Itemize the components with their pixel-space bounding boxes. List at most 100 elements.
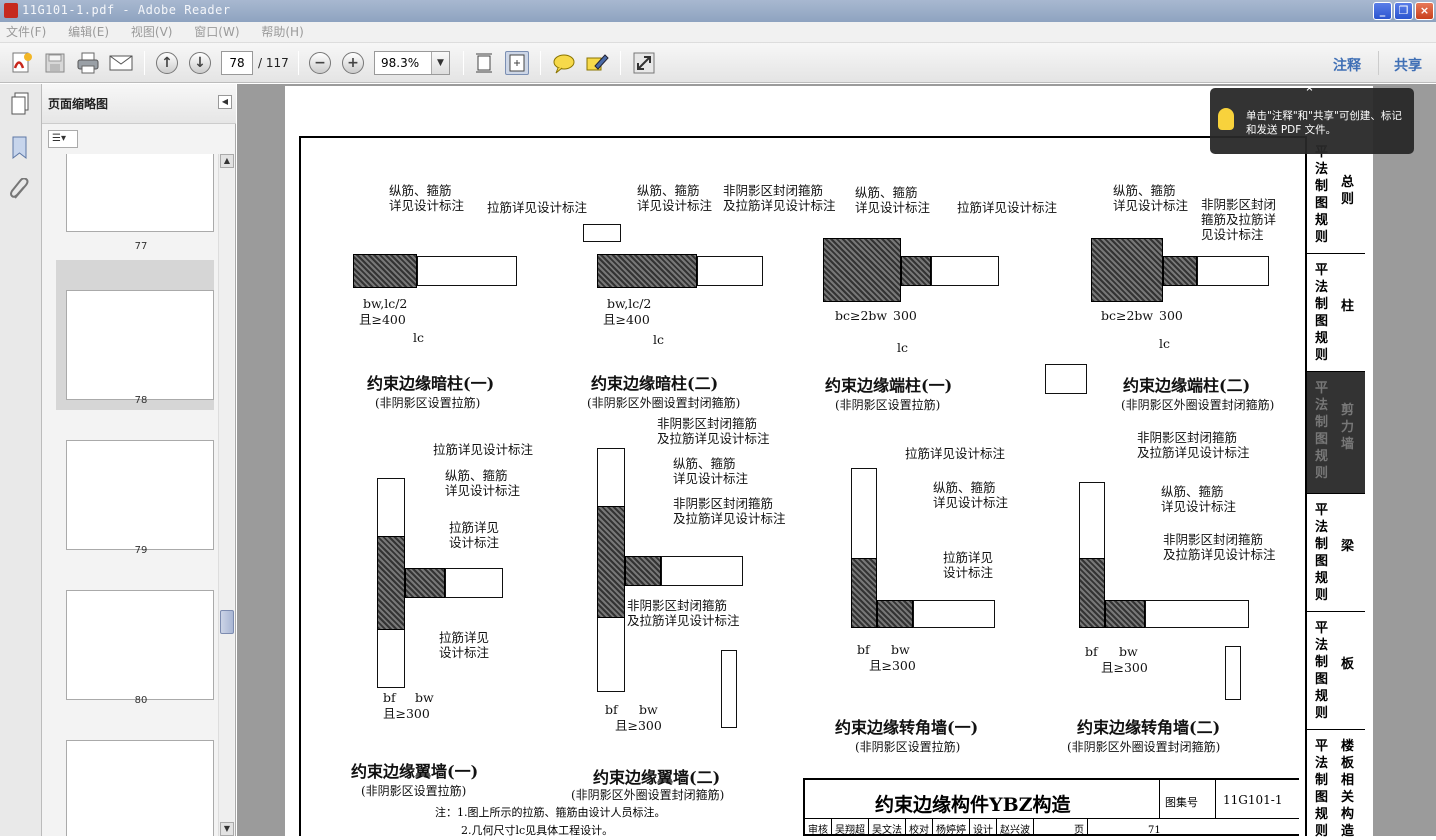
shaded-boundary-zone [1105, 600, 1145, 628]
thumbnail-options-button[interactable]: ☰▾ [48, 130, 78, 148]
zoom-select[interactable]: 98.3% ▼ [374, 51, 450, 75]
sticky-note-button[interactable] [552, 51, 576, 75]
thumbnail-page[interactable]: 77 [56, 154, 214, 252]
previous-page-button[interactable]: ↑ [155, 51, 179, 75]
annotation: 纵筋、箍筋 详见设计标注 [445, 468, 521, 498]
lightbulb-icon [1218, 108, 1234, 130]
dimension-label: 且≥300 [1101, 660, 1148, 675]
approval-cell: 吴文法 [869, 819, 906, 836]
zoom-in-button[interactable]: + [341, 51, 365, 75]
dimension-label: 300 [1159, 308, 1183, 323]
shaded-boundary-zone [597, 254, 697, 288]
side-tab: 平法制图规则板 [1307, 612, 1365, 730]
approval-cell: 页 [1034, 819, 1088, 836]
menu-edit[interactable]: 编辑(E) [68, 22, 109, 43]
plus-icon: + [342, 52, 364, 74]
shaded-boundary-zone [1163, 256, 1197, 286]
annotation: 非阴影区封闭箍筋 及拉筋详见设计标注 [673, 496, 786, 526]
menu-help[interactable]: 帮助(H) [261, 22, 303, 43]
thumbnail-image [66, 740, 214, 836]
thumbnail-page[interactable]: 80 [56, 560, 214, 710]
figure-subcaption: (非阴影区设置拉筋) [361, 784, 467, 798]
minimize-button[interactable]: _ [1373, 2, 1392, 20]
side-tab-text: 剪力墙 [1341, 403, 1355, 452]
thumbnail-image [66, 290, 214, 400]
thumbnail-scrollbar[interactable]: ▲ ▼ [218, 154, 234, 836]
shaded-boundary-zone [1091, 238, 1163, 302]
dimension-label: bc≥2bw [835, 308, 888, 323]
fit-page-button[interactable] [505, 51, 529, 75]
chevron-down-icon[interactable]: ▼ [431, 52, 449, 74]
atlas-number-label: 图集号 [1165, 796, 1198, 809]
page-number-input[interactable] [221, 51, 253, 75]
side-tab-text: 柱 [1341, 299, 1355, 314]
next-page-button[interactable]: ↓ [188, 51, 212, 75]
close-button[interactable]: × [1415, 2, 1434, 20]
figure-subcaption: (非阴影区设置拉筋) [835, 398, 941, 412]
pages-icon [11, 92, 29, 115]
comment-pane-link[interactable]: 注释 [1333, 55, 1361, 75]
print-icon [77, 52, 99, 74]
side-tab-text: 平法制图规则 [1315, 263, 1329, 363]
chevron-up-icon[interactable]: ⌃ [1304, 86, 1315, 101]
annotation: 非阴影区封闭箍筋 及拉筋详见设计标注 [627, 598, 740, 628]
create-pdf-icon [12, 52, 32, 73]
print-button[interactable] [76, 51, 100, 75]
annotation: 拉筋详见设计标注 [905, 446, 1006, 461]
annotation: 纵筋、箍筋 详见设计标注 [1161, 484, 1237, 514]
drawing-title-block: 约束边缘构件YBZ构造 图集号 11G101-1 审核 吴翔超 吴文法 校对 杨婷婷 设计… [803, 778, 1299, 836]
annotation: 拉筋详见设计标注 [957, 200, 1058, 215]
expand-icon [633, 52, 655, 74]
figure-caption: 约束边缘翼墙(一) [351, 762, 479, 781]
menu-view[interactable]: 视图(V) [131, 22, 173, 43]
comment-share-tip[interactable]: ⌃ 单击"注释"和"共享"可创建、标记和发送 PDF 文件。 [1210, 86, 1414, 154]
side-tab: 平法制图规则 楼板相关构造 [1307, 730, 1365, 839]
wall-section [661, 556, 743, 586]
dimension-label: 且≥300 [383, 706, 430, 721]
approval-cell: 校对 [906, 819, 933, 836]
toolbar-separator [540, 51, 541, 75]
thumbnail-list: 77 78 79 80 [42, 154, 217, 836]
scroll-down-arrow-icon[interactable]: ▼ [220, 822, 234, 836]
adobe-reader-icon [4, 3, 18, 18]
zoom-out-button[interactable]: − [308, 51, 332, 75]
thumbnail-page-selected[interactable]: 78 [56, 260, 214, 410]
dimension-label: lc [897, 340, 908, 355]
menu-file[interactable]: 文件(F) [6, 22, 46, 43]
navigation-strip [0, 84, 42, 836]
full-screen-button[interactable] [632, 51, 656, 75]
thumbnail-label: 80 [134, 695, 148, 706]
annotation: 非阴影区封闭箍筋 及拉筋详见设计标注 [1137, 430, 1250, 460]
thumbnail-page[interactable]: 79 [56, 410, 214, 560]
restore-button[interactable]: ❐ [1394, 2, 1413, 20]
arrow-down-icon: ↓ [189, 52, 211, 74]
collapse-panel-button[interactable]: ◀ [218, 95, 232, 109]
annotation: 纵筋、箍筋 详见设计标注 [637, 183, 713, 213]
annotation: 纵筋、箍筋 详见设计标注 [855, 185, 931, 215]
thumbnail-panel: 页面缩略图 ◀ ☰▾ 77 78 79 80 ▲ ▼ [42, 84, 236, 836]
toolbar-separator [144, 51, 145, 75]
toolbar-separator [1378, 51, 1379, 75]
dimension-label: 且≥400 [603, 312, 650, 327]
menu-window[interactable]: 窗口(W) [194, 22, 239, 43]
panel-title: 页面缩略图 [48, 97, 109, 111]
stirrup-detail [721, 650, 737, 728]
dimension-label: bf [605, 702, 618, 717]
thumbnail-page[interactable] [56, 710, 214, 836]
scrolling-mode-button[interactable] [472, 51, 496, 75]
attachments-nav-button[interactable] [9, 177, 31, 205]
bookmarks-nav-button[interactable] [10, 136, 30, 163]
email-button[interactable] [109, 51, 133, 75]
scroll-up-arrow-icon[interactable]: ▲ [220, 154, 234, 168]
dimension-label: bw,lc/2 [363, 296, 408, 311]
document-view[interactable]: 纵筋、箍筋 详见设计标注 拉筋详见设计标注 纵筋、箍筋 详见设计标注 非阴影区封… [237, 84, 1436, 839]
page-thumbnails-nav-button[interactable] [10, 92, 30, 119]
share-pane-link[interactable]: 共享 [1394, 55, 1422, 75]
bookmark-icon [12, 136, 27, 160]
save-button[interactable] [43, 51, 67, 75]
create-pdf-button[interactable] [10, 51, 34, 75]
annotation: 拉筋详见设计标注 [433, 442, 534, 457]
figure-caption: 约束边缘转角墙(二) [1077, 718, 1221, 737]
scrollbar-thumb[interactable] [220, 610, 234, 634]
highlight-text-button[interactable] [585, 51, 609, 75]
